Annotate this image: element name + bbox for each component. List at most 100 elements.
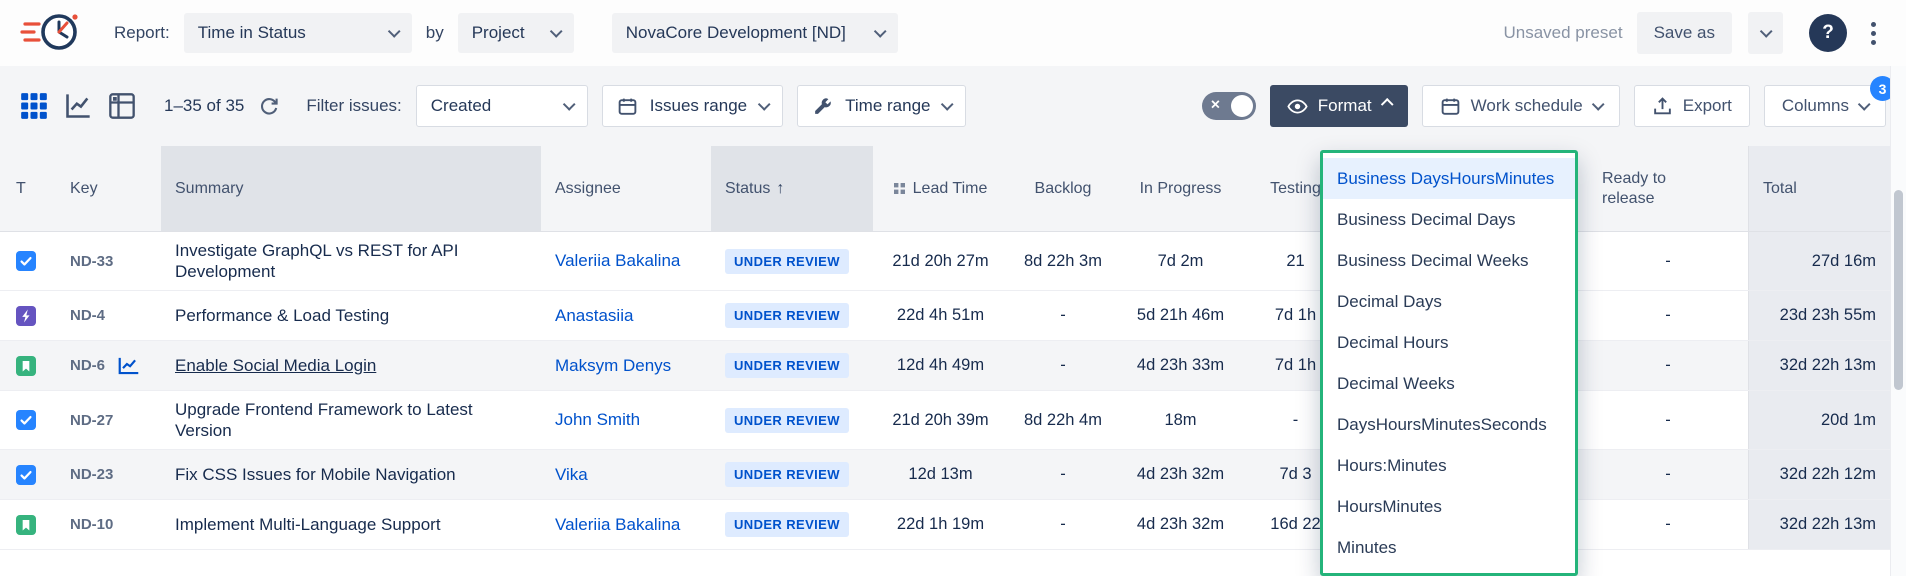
assignee-link[interactable]: Vika	[555, 465, 588, 485]
status-cell: UNDER REVIEW	[711, 291, 873, 340]
issue-type-cell	[0, 232, 56, 290]
project-select[interactable]: NovaCore Development [ND]	[612, 13, 898, 53]
report-type-value: Time in Status	[198, 23, 306, 43]
format-option-decimal-days[interactable]: Decimal Days	[1323, 281, 1575, 322]
ready-to-release-cell: -	[1588, 291, 1748, 340]
column-header-t[interactable]: T	[0, 146, 56, 231]
chevron-down-icon	[563, 98, 576, 111]
column-header-status[interactable]: Status↑	[711, 146, 873, 231]
format-option-dayshoursminutesseconds[interactable]: DaysHoursMinutesSeconds	[1323, 404, 1575, 445]
assignee-link[interactable]: John Smith	[555, 410, 640, 430]
chevron-down-icon	[874, 25, 887, 38]
export-button[interactable]: Export	[1634, 85, 1750, 127]
issue-summary: Upgrade Frontend Framework to Latest Ver…	[161, 391, 541, 449]
issue-key-cell: ND-6	[56, 341, 161, 390]
vertical-scrollbar[interactable]	[1890, 66, 1906, 576]
issue-type-cell	[0, 341, 56, 390]
issue-chart-icon[interactable]	[117, 356, 141, 376]
assignee-link[interactable]: Maksym Denys	[555, 356, 671, 376]
save-as-dropdown-button[interactable]	[1748, 12, 1783, 54]
lead-time-cell: 21d 20h 27m	[873, 232, 1008, 290]
work-schedule-button[interactable]: Work schedule	[1422, 85, 1620, 127]
issue-type-cell	[0, 450, 56, 499]
format-option-decimal-hours[interactable]: Decimal Hours	[1323, 322, 1575, 363]
help-button[interactable]: ?	[1809, 14, 1847, 52]
chart-view-button[interactable]	[64, 92, 92, 120]
in-progress-cell: 4d 23h 32m	[1118, 450, 1243, 499]
assignee-link[interactable]: Anastasiia	[555, 306, 633, 326]
time-range-label: Time range	[845, 96, 930, 116]
column-header-lead-time[interactable]: Lead Time	[873, 146, 1008, 231]
issue-summary[interactable]: Enable Social Media Login	[161, 341, 541, 390]
total-cell: 20d 1m	[1748, 391, 1890, 449]
columns-button[interactable]: Columns 3	[1764, 85, 1886, 127]
column-header-key[interactable]: Key	[56, 146, 161, 231]
format-option-hours-minutes[interactable]: Hours:Minutes	[1323, 445, 1575, 486]
column-label: Ready to release	[1602, 169, 1688, 209]
wrench-icon	[812, 96, 833, 117]
format-option-business-dayshoursminutes[interactable]: Business DaysHoursMinutes	[1323, 158, 1575, 199]
assignee-link[interactable]: Valeriia Bakalina	[555, 251, 680, 271]
chevron-up-icon	[1380, 98, 1393, 111]
column-header-ready-to-release[interactable]: Ready to release	[1588, 146, 1748, 231]
format-option-hoursminutes[interactable]: HoursMinutes	[1323, 486, 1575, 527]
status-cell: UNDER REVIEW	[711, 450, 873, 499]
format-option-business-decimal-days[interactable]: Business Decimal Days	[1323, 199, 1575, 240]
refresh-button[interactable]	[258, 95, 280, 117]
pivot-view-button[interactable]	[108, 92, 136, 120]
more-options-button[interactable]	[1861, 16, 1886, 51]
issue-row: ND-27Upgrade Frontend Framework to Lates…	[0, 391, 1906, 450]
ready-to-release-cell: -	[1588, 500, 1748, 549]
issues-range-button[interactable]: Issues range	[602, 85, 783, 127]
story-icon	[16, 356, 36, 376]
assignee-link[interactable]: Valeriia Bakalina	[555, 515, 680, 535]
calendar-icon	[617, 96, 638, 117]
column-header-total[interactable]: Total	[1748, 146, 1890, 231]
issue-key: ND-33	[70, 253, 113, 270]
story-icon	[16, 515, 36, 535]
issue-key-cell: ND-27	[56, 391, 161, 449]
report-label: Report:	[114, 23, 170, 43]
column-label: Total	[1763, 180, 1797, 198]
table-grid-icon	[20, 92, 48, 120]
filter-issues-label: Filter issues:	[306, 96, 401, 116]
chevron-down-icon	[758, 98, 771, 111]
issue-key: ND-23	[70, 466, 113, 483]
group-by-select[interactable]: Project	[458, 13, 574, 53]
scrollbar-thumb[interactable]	[1894, 190, 1903, 390]
column-header-summary[interactable]: Summary	[161, 146, 541, 231]
table-header-row: TKeySummary Assignee Status↑Lead TimeBackl…	[0, 146, 1906, 232]
in-progress-cell: 5d 21h 46m	[1118, 291, 1243, 340]
time-range-button[interactable]: Time range	[797, 85, 966, 127]
issue-key: ND-10	[70, 516, 113, 533]
report-type-select[interactable]: Time in Status	[184, 13, 412, 53]
filter-field-select[interactable]: Created	[416, 85, 588, 127]
save-as-button[interactable]: Save as	[1637, 12, 1732, 54]
pivot-table-icon	[108, 92, 136, 120]
chevron-down-icon	[1858, 98, 1871, 111]
status-cell: UNDER REVIEW	[711, 341, 873, 390]
total-cell: 27d 16m	[1748, 232, 1890, 290]
backlog-cell: 8d 22h 4m	[1008, 391, 1118, 449]
column-label: Assignee	[555, 180, 621, 198]
toggle-knob	[1231, 95, 1253, 117]
lead-time-cell: 22d 4h 51m	[873, 291, 1008, 340]
format-option-minutes[interactable]: Minutes	[1323, 527, 1575, 568]
refresh-icon	[258, 95, 280, 117]
format-button[interactable]: Format	[1270, 85, 1408, 127]
chevron-down-icon	[1760, 25, 1773, 38]
issues-table: TKeySummary Assignee Status↑Lead TimeBackl…	[0, 146, 1906, 576]
format-option-business-decimal-weeks[interactable]: Business Decimal Weeks	[1323, 240, 1575, 281]
total-cell: 32d 22h 13m	[1748, 500, 1890, 549]
status-cell: UNDER REVIEW	[711, 391, 873, 449]
assignee-cell: Anastasiia	[541, 291, 711, 340]
issues-range-label: Issues range	[650, 96, 747, 116]
work-schedule-label: Work schedule	[1471, 96, 1583, 116]
column-header-assignee[interactable]: Assignee	[541, 146, 711, 231]
format-option-decimal-weeks[interactable]: Decimal Weeks	[1323, 363, 1575, 404]
assignee-cell: Valeriia Bakalina	[541, 500, 711, 549]
column-header-backlog[interactable]: Backlog	[1008, 146, 1118, 231]
view-toggle[interactable]: ×	[1202, 92, 1256, 120]
column-header-in-progress[interactable]: In Progress	[1118, 146, 1243, 231]
table-view-button[interactable]	[20, 92, 48, 120]
